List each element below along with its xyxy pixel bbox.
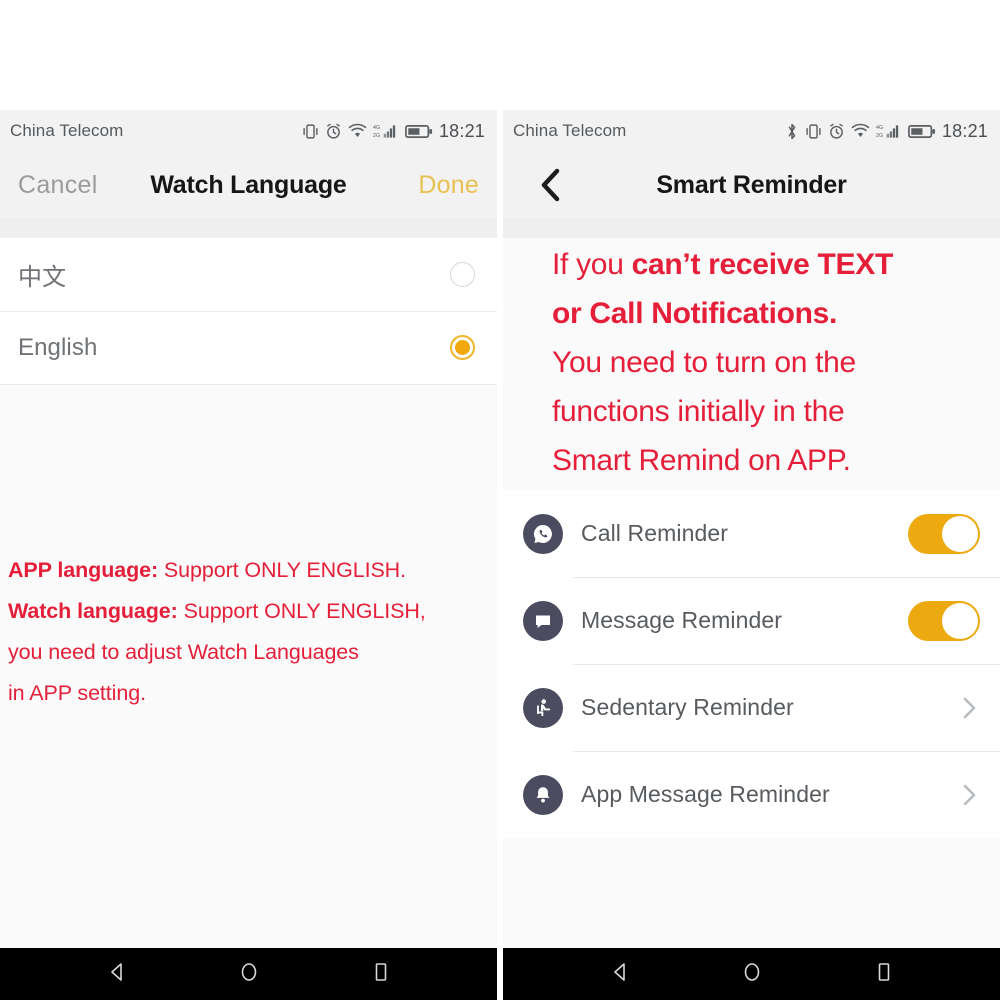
chevron-left-icon[interactable]: [537, 165, 571, 205]
language-label: English: [18, 333, 98, 361]
back-triangle-icon[interactable]: [609, 961, 631, 988]
note-line-1: If you can’t receive TEXT: [552, 240, 982, 289]
list-item-call-reminder[interactable]: Call Reminder: [503, 490, 1000, 577]
header-separator-band: [503, 218, 1000, 238]
note-line-1-bold: can’t receive TEXT: [631, 248, 894, 281]
svg-text:4G: 4G: [876, 125, 883, 131]
list-item-control: [908, 513, 980, 554]
bell-icon: [523, 774, 563, 815]
language-list: 中文 English: [0, 238, 497, 384]
list-item-label: Call Reminder: [581, 520, 729, 546]
signal-icon: 4G 2G: [373, 123, 399, 140]
bluetooth-icon: [785, 123, 799, 140]
battery-icon: [908, 124, 936, 139]
svg-text:4G: 4G: [373, 125, 380, 131]
list-item-label: App Message Reminder: [581, 781, 830, 807]
chevron-right-icon[interactable]: [958, 695, 980, 721]
note-line-2: Watch language: Support ONLY ENGLISH,: [8, 591, 493, 632]
left-status-bar: China Telecom 4G 2G 18:21: [0, 110, 497, 152]
left-phone-panel: China Telecom 4G 2G 18:21 Cancel Watch L…: [0, 110, 497, 1000]
language-row-chinese[interactable]: 中文: [0, 238, 497, 311]
list-item-control: [958, 782, 980, 808]
language-label: 中文: [18, 264, 67, 291]
done-button[interactable]: Done: [418, 171, 479, 200]
alarm-icon: [325, 123, 342, 140]
language-row-english[interactable]: English: [0, 311, 497, 384]
wifi-icon: [348, 123, 367, 139]
back-triangle-icon[interactable]: [106, 961, 128, 988]
list-item-app-message-reminder[interactable]: App Message Reminder: [503, 751, 1000, 838]
note-line-5: Smart Remind on APP.: [552, 444, 851, 477]
panel-divider: [497, 110, 503, 1000]
right-status-bar: China Telecom 4G 2G 18:21: [503, 110, 1000, 152]
note-line-4: in APP setting.: [8, 681, 146, 705]
battery-icon: [405, 124, 433, 139]
status-clock: 18:21: [941, 120, 988, 141]
carrier-label: China Telecom: [10, 121, 124, 140]
recents-square-icon[interactable]: [873, 961, 895, 988]
svg-text:2G: 2G: [373, 132, 380, 138]
toggle-call-reminder[interactable]: [908, 513, 980, 554]
note-line-4: functions initially in the: [552, 395, 845, 428]
left-annotation-note: APP language: Support ONLY ENGLISH. Watc…: [8, 550, 493, 714]
signal-icon: 4G 2G: [876, 123, 902, 140]
sitting-person-icon: [523, 687, 563, 728]
radio-button-english[interactable]: [450, 335, 475, 360]
list-item-control: [908, 600, 980, 641]
chat-bubble-icon: [523, 600, 563, 641]
carrier-label: China Telecom: [513, 121, 627, 140]
cancel-button[interactable]: Cancel: [18, 171, 98, 200]
vibrate-icon: [302, 123, 319, 140]
status-icon-group: 4G 2G: [785, 123, 936, 140]
note-line-2-bold: Watch language:: [8, 599, 178, 623]
home-circle-icon[interactable]: [238, 961, 260, 988]
android-navigation-bar-left: [0, 948, 497, 1000]
phone-call-icon: [523, 513, 563, 554]
right-annotation-note: If you can’t receive TEXT or Call Notifi…: [552, 240, 982, 485]
note-line-1-bold: APP language:: [8, 558, 159, 582]
wifi-icon: [851, 123, 870, 139]
note-line-3: you need to adjust Watch Languages: [8, 640, 359, 664]
list-item-control: [958, 695, 980, 721]
alarm-icon: [828, 123, 845, 140]
home-circle-icon[interactable]: [741, 961, 763, 988]
note-line-2: or Call Notifications.: [552, 289, 982, 338]
list-bottom-divider: [0, 384, 497, 385]
status-icon-group: 4G 2G: [302, 123, 433, 140]
chevron-right-icon[interactable]: [958, 782, 980, 808]
header-separator-band: [0, 218, 497, 238]
toggle-message-reminder[interactable]: [908, 600, 980, 641]
left-title-bar: Cancel Watch Language Done: [0, 152, 497, 218]
note-line-1: APP language: Support ONLY ENGLISH.: [8, 550, 493, 591]
note-line-3: You need to turn on the: [552, 346, 856, 379]
list-item-message-reminder[interactable]: Message Reminder: [503, 577, 1000, 664]
android-navigation-bar-right: [503, 948, 1000, 1000]
page-title: Smart Reminder: [656, 170, 847, 199]
reminder-list: Call Reminder Message Reminder Sedentary…: [503, 490, 1000, 838]
radio-button-chinese[interactable]: [450, 262, 475, 287]
vibrate-icon: [805, 123, 822, 140]
list-item-label: Sedentary Reminder: [581, 694, 794, 720]
list-item-sedentary-reminder[interactable]: Sedentary Reminder: [503, 664, 1000, 751]
right-title-bar: Smart Reminder: [503, 152, 1000, 218]
status-clock: 18:21: [438, 120, 485, 141]
recents-square-icon[interactable]: [370, 961, 392, 988]
right-phone-panel: China Telecom 4G 2G 18:21 Smart Reminder…: [503, 110, 1000, 1000]
note-line-1-rest: Support ONLY ENGLISH.: [158, 558, 406, 582]
note-line-2-bold: or Call Notifications.: [552, 297, 838, 330]
note-line-2-rest: Support ONLY ENGLISH,: [177, 599, 426, 623]
list-item-label: Message Reminder: [581, 607, 783, 633]
screenshot-stage: China Telecom 4G 2G 18:21 Cancel Watch L…: [0, 0, 1000, 1000]
note-line-1-plain: If you: [552, 248, 632, 281]
svg-text:2G: 2G: [876, 132, 883, 138]
